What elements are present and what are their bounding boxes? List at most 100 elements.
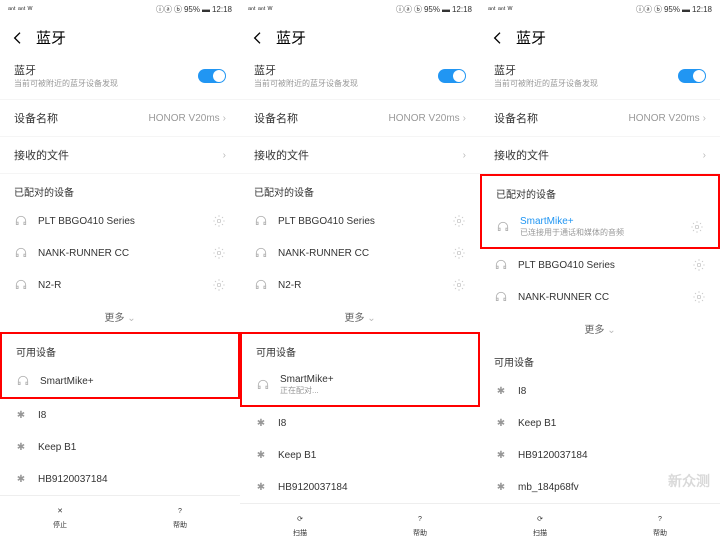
- chevron-down-icon: ⌄: [127, 313, 135, 324]
- battery-icon: ▬: [682, 5, 690, 14]
- gear-icon[interactable]: [212, 214, 226, 228]
- header: 蓝牙: [0, 19, 240, 56]
- available-device-row[interactable]: ✱ I8: [480, 375, 720, 407]
- device-label: HB9120037184: [38, 474, 226, 485]
- signal-icon: ᵃⁿᵗ ᵃⁿᵗ: [8, 5, 26, 14]
- device-label: SmartMike+: [520, 216, 680, 227]
- status-icons: ⓘⓐ: [636, 4, 652, 15]
- headphones-icon: [494, 290, 508, 304]
- clock: 12:18: [692, 5, 712, 14]
- bluetooth-toggle[interactable]: [678, 69, 706, 83]
- status-icons: ⓘⓐ: [396, 4, 412, 15]
- status-bar: ᵃⁿᵗ ᵃⁿᵗᵂ ⓘⓐⓑ95%▬12:18: [0, 0, 240, 19]
- device-label: HB9120037184: [518, 450, 706, 461]
- back-icon[interactable]: [10, 30, 26, 46]
- chevron-right-icon: ›: [703, 113, 706, 124]
- highlight-box: 可用设备 SmartMike+ 正在配对...: [240, 332, 480, 407]
- headphones-icon: [254, 214, 268, 228]
- paired-device-row[interactable]: NANK-RUNNER CC: [240, 237, 480, 269]
- available-device-row[interactable]: ✱ Keep B1: [240, 439, 480, 471]
- paired-device-row[interactable]: NANK-RUNNER CC: [480, 281, 720, 313]
- chevron-right-icon: ›: [463, 113, 466, 124]
- received-files-row[interactable]: 接收的文件 ›: [0, 137, 240, 174]
- device-status: 正在配对...: [280, 385, 464, 396]
- gear-icon[interactable]: [212, 278, 226, 292]
- bottom-bar: ⟳扫描 ?帮助: [480, 503, 720, 546]
- battery-text: 95%: [664, 5, 680, 14]
- help-icon: ?: [413, 512, 427, 526]
- available-device-row[interactable]: SmartMike+: [2, 365, 238, 397]
- back-icon[interactable]: [250, 30, 266, 46]
- device-label: NANK-RUNNER CC: [518, 292, 682, 303]
- watermark: 新众测: [668, 471, 710, 491]
- paired-device-row[interactable]: PLT BBGO410 Series: [480, 249, 720, 281]
- back-icon[interactable]: [490, 30, 506, 46]
- device-name-row[interactable]: 设备名称 HONOR V20ms›: [240, 100, 480, 137]
- available-device-row[interactable]: SmartMike+ 正在配对...: [242, 365, 478, 405]
- available-device-row[interactable]: ✱ Keep B1: [0, 431, 240, 463]
- device-label: I8: [518, 386, 706, 397]
- device-label: PLT BBGO410 Series: [278, 216, 442, 227]
- paired-device-row[interactable]: N2-R: [0, 269, 240, 301]
- header: 蓝牙: [480, 19, 720, 56]
- help-button[interactable]: ?帮助: [173, 504, 187, 530]
- more-button[interactable]: 更多 ⌄: [240, 301, 480, 332]
- signal-icon: ᵃⁿᵗ ᵃⁿᵗ: [248, 5, 266, 14]
- chevron-down-icon: ⌄: [367, 313, 375, 324]
- files-label: 接收的文件: [14, 147, 69, 163]
- stop-button[interactable]: ✕停止: [53, 504, 67, 530]
- received-files-row[interactable]: 接收的文件 ›: [480, 137, 720, 174]
- gear-icon[interactable]: [692, 290, 706, 304]
- device-name-row[interactable]: 设备名称 HONOR V20ms›: [480, 100, 720, 137]
- available-device-row[interactable]: ✱ HB9120037184: [240, 471, 480, 503]
- more-button[interactable]: 更多 ⌄: [0, 301, 240, 332]
- paired-device-row[interactable]: PLT BBGO410 Series: [0, 205, 240, 237]
- gear-icon[interactable]: [692, 258, 706, 272]
- headphones-icon: [254, 246, 268, 260]
- files-label: 接收的文件: [254, 147, 309, 163]
- bluetooth-icon: ✱: [254, 448, 268, 462]
- help-button[interactable]: ?帮助: [653, 512, 667, 538]
- gear-icon[interactable]: [212, 246, 226, 260]
- bluetooth-icon: ✱: [494, 448, 508, 462]
- device-status: 已连接用于通话和媒体的音频: [520, 227, 680, 238]
- paired-section-header: 已配对的设备: [0, 174, 240, 205]
- battery-icon: ▬: [202, 5, 210, 14]
- highlight-box: 可用设备 SmartMike+: [0, 332, 240, 399]
- chevron-right-icon: ›: [463, 150, 466, 161]
- device-label: I8: [278, 418, 466, 429]
- gear-icon[interactable]: [452, 214, 466, 228]
- device-name-row[interactable]: 设备名称 HONOR V20ms›: [0, 100, 240, 137]
- bluetooth-icon: ✱: [494, 480, 508, 494]
- headphones-icon: [14, 214, 28, 228]
- paired-device-row[interactable]: NANK-RUNNER CC: [0, 237, 240, 269]
- available-device-row[interactable]: ✱ I8: [0, 399, 240, 431]
- device-label: Keep B1: [38, 442, 226, 453]
- battery-text: 95%: [184, 5, 200, 14]
- bluetooth-toggle[interactable]: [198, 69, 226, 83]
- help-button[interactable]: ?帮助: [413, 512, 427, 538]
- paired-device-row[interactable]: N2-R: [240, 269, 480, 301]
- header: 蓝牙: [240, 19, 480, 56]
- paired-device-row[interactable]: SmartMike+ 已连接用于通话和媒体的音频: [482, 207, 718, 247]
- status-icons: ⓘⓐ: [156, 4, 172, 15]
- gear-icon[interactable]: [690, 220, 704, 234]
- received-files-row[interactable]: 接收的文件 ›: [240, 137, 480, 174]
- bluetooth-toggle[interactable]: [438, 69, 466, 83]
- bluetooth-icon: ✱: [494, 384, 508, 398]
- device-label: Keep B1: [278, 450, 466, 461]
- scan-button[interactable]: ⟳扫描: [533, 512, 547, 538]
- files-label: 接收的文件: [494, 147, 549, 163]
- chevron-down-icon: ⌄: [607, 325, 615, 336]
- scan-button[interactable]: ⟳扫描: [293, 512, 307, 538]
- wifi-icon: ᵂ: [508, 5, 513, 14]
- available-device-row[interactable]: ✱ HB9120037184: [480, 439, 720, 471]
- available-device-row[interactable]: ✱ Keep B1: [480, 407, 720, 439]
- more-button[interactable]: 更多 ⌄: [480, 313, 720, 344]
- paired-device-row[interactable]: PLT BBGO410 Series: [240, 205, 480, 237]
- gear-icon[interactable]: [452, 278, 466, 292]
- gear-icon[interactable]: [452, 246, 466, 260]
- available-device-row[interactable]: ✱ I8: [240, 407, 480, 439]
- help-icon: ?: [653, 512, 667, 526]
- available-device-row[interactable]: ✱ HB9120037184: [0, 463, 240, 495]
